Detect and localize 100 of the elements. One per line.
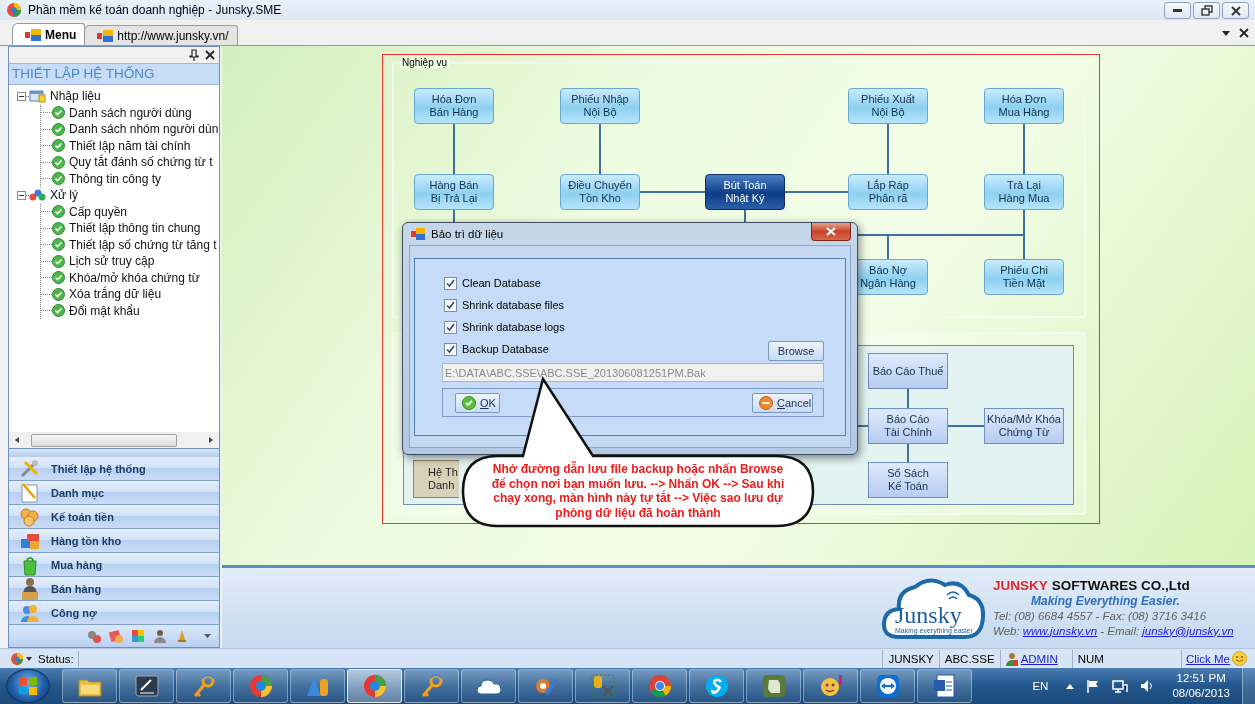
- start-button[interactable]: [6, 669, 50, 703]
- restore-button[interactable]: [1193, 1, 1220, 19]
- diagram-node[interactable]: Phiếu Chi Tiền Mặt: [984, 259, 1064, 295]
- tree-item[interactable]: Lịch sử truy cập: [69, 254, 155, 269]
- checkbox[interactable]: [444, 276, 457, 290]
- diagram-node[interactable]: Phiếu Nhập Nội Bộ: [560, 88, 640, 124]
- nav-item[interactable]: Công nợ: [9, 601, 219, 625]
- tree-item[interactable]: Thông tin công ty: [69, 171, 162, 186]
- taskbar-button[interactable]: [290, 669, 345, 703]
- checkbox[interactable]: [444, 342, 457, 356]
- taskbar-button[interactable]: [746, 669, 801, 703]
- gears-icon[interactable]: [86, 628, 102, 644]
- cards-icon[interactable]: [108, 628, 124, 644]
- nav-item[interactable]: Bán hàng: [9, 577, 219, 601]
- up-arrow-icon[interactable]: [1066, 683, 1075, 689]
- close-button[interactable]: [1222, 1, 1249, 19]
- tree-item[interactable]: Xóa trắng dữ liệu: [69, 287, 162, 302]
- close-icon[interactable]: [205, 50, 215, 60]
- tree-item[interactable]: Thiết lập số chứng từ tăng t: [69, 237, 217, 252]
- website-link[interactable]: www.junsky.vn: [1022, 623, 1098, 639]
- taskbar-button[interactable]: [689, 669, 744, 703]
- person-icon: [19, 577, 41, 600]
- tree-item[interactable]: Danh sách người dùng: [69, 105, 192, 120]
- tab[interactable]: http://www.junsky.vn/: [84, 25, 238, 45]
- taskbar-button[interactable]: [917, 669, 972, 703]
- dropdown-icon[interactable]: [26, 656, 32, 661]
- diagram-node[interactable]: Báo Cáo Tài Chính: [868, 408, 948, 444]
- browse-button[interactable]: Browse: [768, 341, 824, 361]
- diagram-node[interactable]: Báo Cáo Thuế: [868, 353, 948, 389]
- diagram-node[interactable]: Hàng Bán Bị Trả Lại: [414, 174, 494, 210]
- clock-date[interactable]: 08/06/2013: [1172, 686, 1230, 701]
- diagram-node[interactable]: Lắp Ráp Phân rã: [848, 174, 928, 210]
- ok-button[interactable]: OK: [455, 392, 500, 413]
- taskbar-button[interactable]: [119, 669, 174, 703]
- speaker-icon[interactable]: [1140, 679, 1155, 693]
- diagram-node[interactable]: Điều Chuyển Tồn Kho: [560, 174, 640, 210]
- tree-item[interactable]: Thiết lập thông tin chung: [69, 221, 201, 236]
- splitter-grip[interactable]: [9, 448, 219, 457]
- taskbar-button[interactable]: [404, 669, 459, 703]
- pin-icon[interactable]: [189, 49, 199, 61]
- collapse-icon[interactable]: [17, 91, 26, 101]
- checkbox[interactable]: [444, 298, 457, 312]
- language-indicator[interactable]: EN: [1032, 680, 1049, 692]
- show-desktop-button[interactable]: [1242, 668, 1255, 704]
- diagram-node[interactable]: Sổ Sách Kế Toán: [868, 462, 948, 498]
- taskbar-button[interactable]: [803, 669, 858, 703]
- close-button[interactable]: [811, 223, 851, 241]
- nav-item[interactable]: Danh mục: [9, 481, 219, 505]
- minus-circle-icon: [759, 395, 773, 410]
- diagram-node[interactable]: Hóa Đơn Mua Hàng: [984, 88, 1064, 124]
- checkbox-label: Clean Database: [462, 277, 541, 289]
- diagram-node[interactable]: Khóa/Mở Khóa Chứng Từ: [984, 408, 1064, 444]
- tree-item[interactable]: Đổi mật khẩu: [69, 303, 140, 318]
- grid-icon[interactable]: [130, 628, 146, 644]
- diagram-node[interactable]: Hệ Th Danh: [413, 460, 459, 498]
- flag-icon[interactable]: [1086, 679, 1101, 693]
- tree-item[interactable]: Khóa/mở khóa chứng từ: [69, 270, 200, 285]
- coins-icon: [19, 505, 41, 528]
- nav-item[interactable]: Thiết lập hệ thống: [9, 457, 219, 481]
- nav-item[interactable]: Hàng tồn kho: [9, 529, 219, 553]
- tree-item[interactable]: Xử lý: [50, 188, 79, 203]
- right-arrow-icon: [207, 436, 215, 444]
- taskbar-button[interactable]: [860, 669, 915, 703]
- taskbar-button[interactable]: [518, 669, 573, 703]
- taskbar-button[interactable]: [632, 669, 687, 703]
- minimize-button[interactable]: [1164, 1, 1191, 19]
- connector-line: [599, 123, 601, 175]
- user-icon[interactable]: [152, 628, 168, 644]
- connector-line: [907, 443, 909, 463]
- nav-item[interactable]: Kế toán tiền: [9, 505, 219, 529]
- email-link[interactable]: junsky@junsky.vn: [1142, 623, 1234, 639]
- checkbox[interactable]: [444, 320, 457, 334]
- check-circle-icon: [52, 172, 65, 186]
- diagram-node[interactable]: Bút Toán Nhật Ký: [705, 174, 785, 210]
- taskbar-button[interactable]: [461, 669, 516, 703]
- cancel-button[interactable]: Cancel: [752, 392, 813, 413]
- taskbar-button[interactable]: [575, 669, 630, 703]
- network-icon[interactable]: [1112, 679, 1129, 693]
- close-icon[interactable]: [1239, 27, 1249, 38]
- scroll-thumb[interactable]: [31, 433, 177, 447]
- tree-item[interactable]: Thiết lập năm tài chính: [69, 138, 191, 153]
- click-me-link[interactable]: Click Me: [1185, 652, 1230, 665]
- diagram-node[interactable]: Phiếu Xuất Nội Bộ: [848, 88, 928, 124]
- tree-item[interactable]: Nhập liệu: [50, 89, 101, 104]
- taskbar-button[interactable]: [347, 669, 402, 703]
- taskbar-button[interactable]: [233, 669, 288, 703]
- horizontal-scrollbar[interactable]: [9, 432, 219, 448]
- diagram-node[interactable]: Hóa Đơn Bán Hàng: [414, 88, 494, 124]
- diagram-node[interactable]: Trả Lại Hàng Mua: [984, 174, 1064, 210]
- clock-time[interactable]: 12:51 PM: [1176, 671, 1226, 686]
- nav-item[interactable]: Mua hàng: [9, 553, 219, 577]
- taskbar-button[interactable]: [62, 669, 117, 703]
- tree-item[interactable]: Cấp quyền: [69, 204, 128, 219]
- user-link[interactable]: ADMIN: [1020, 652, 1058, 665]
- tree-item[interactable]: Quy tắt đánh số chứng từ t: [69, 155, 213, 170]
- taskbar-button[interactable]: [176, 669, 231, 703]
- check-circle-icon: [52, 139, 65, 153]
- tab[interactable]: Menu: [12, 23, 86, 45]
- tree-item[interactable]: Danh sách nhóm người dùn: [69, 122, 219, 137]
- collapse-icon[interactable]: [17, 190, 26, 200]
